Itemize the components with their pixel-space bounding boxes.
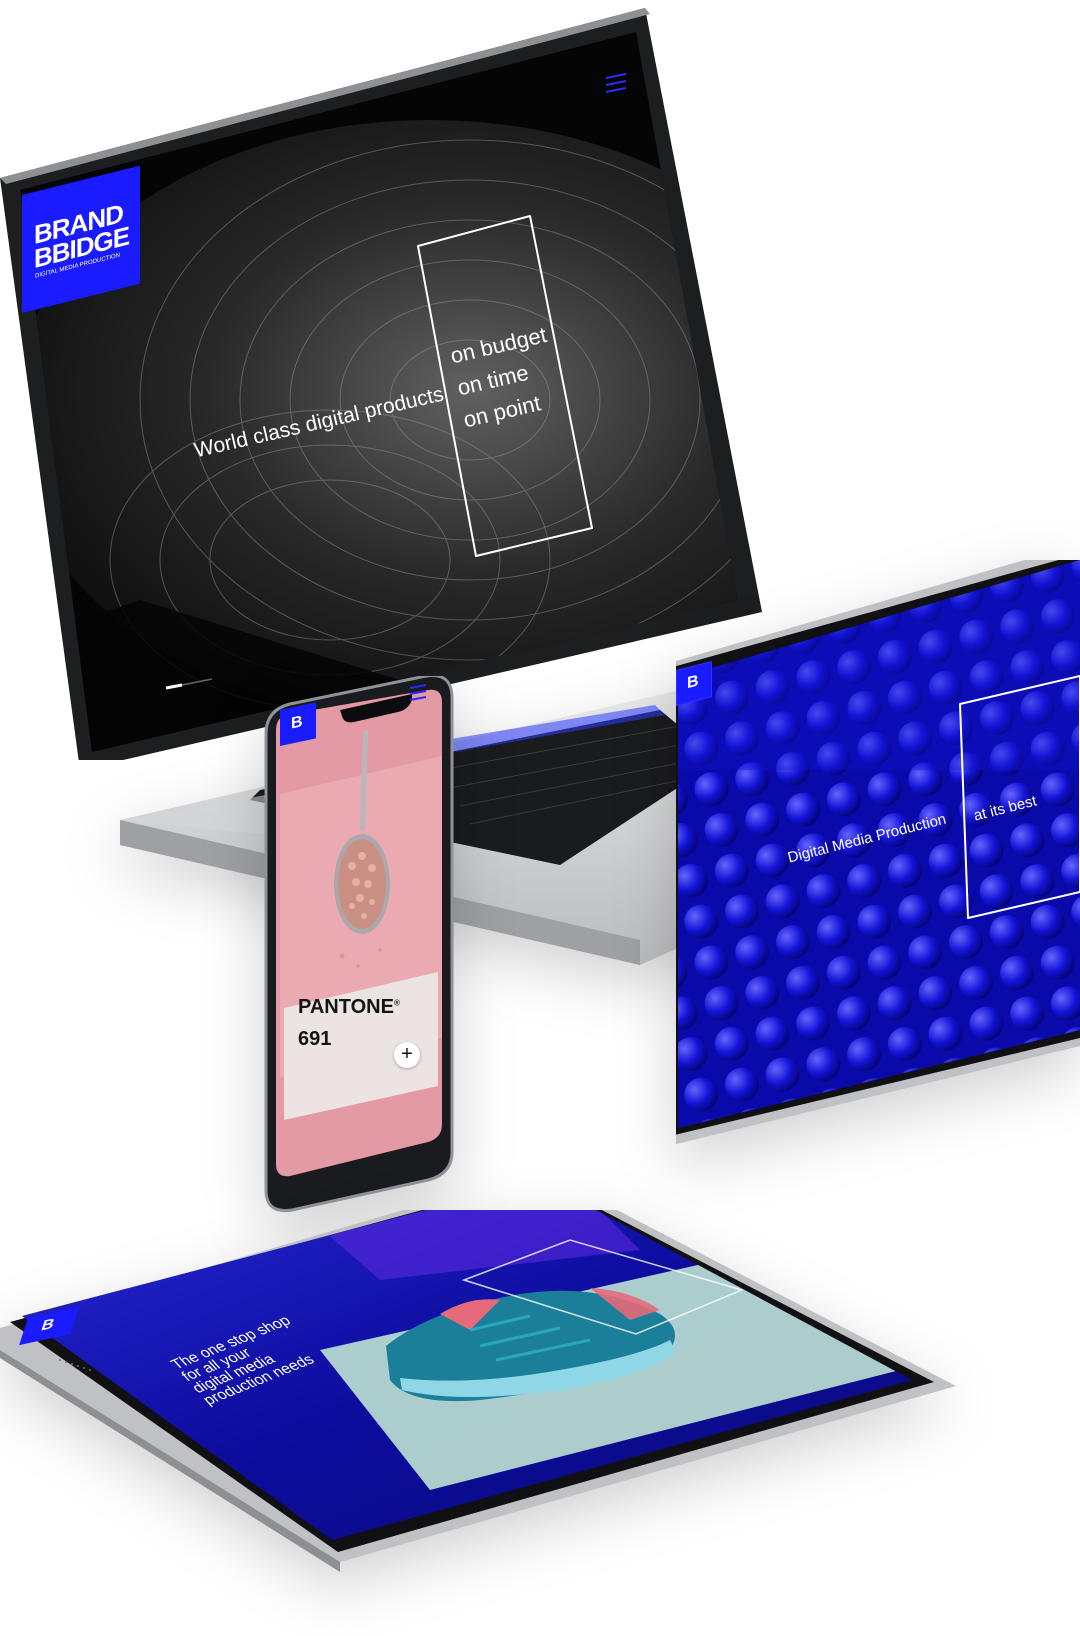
pantone-registered-mark: ® bbox=[393, 998, 400, 1008]
add-button[interactable]: + bbox=[394, 1042, 420, 1068]
hamburger-icon[interactable] bbox=[604, 72, 628, 98]
hamburger-icon[interactable] bbox=[408, 682, 430, 704]
plus-icon: + bbox=[401, 1043, 413, 1065]
pantone-brand: PANTONE® bbox=[298, 996, 400, 1019]
phone-logo[interactable]: B bbox=[280, 702, 316, 746]
tablet-bottom-logo-letter: B bbox=[39, 1315, 57, 1335]
phone-logo-letter: B bbox=[291, 713, 303, 733]
slide-indicator[interactable] bbox=[164, 676, 216, 692]
tablet-right: B Digital Media Production at its best bbox=[676, 560, 1080, 1190]
tablet-bottom: B The one stop shop for all your digital… bbox=[0, 1210, 960, 1630]
pantone-number: 691 bbox=[298, 1028, 332, 1050]
tablet-right-logo-letter: B bbox=[687, 672, 699, 693]
phone: B PANTONE® 691 + bbox=[262, 676, 472, 1216]
phone-body bbox=[264, 676, 454, 1213]
tablet-right-screen bbox=[676, 560, 1080, 1145]
pantone-brand-label: PANTONE bbox=[298, 996, 394, 1018]
tablet-bottom-screen bbox=[0, 1210, 956, 1572]
